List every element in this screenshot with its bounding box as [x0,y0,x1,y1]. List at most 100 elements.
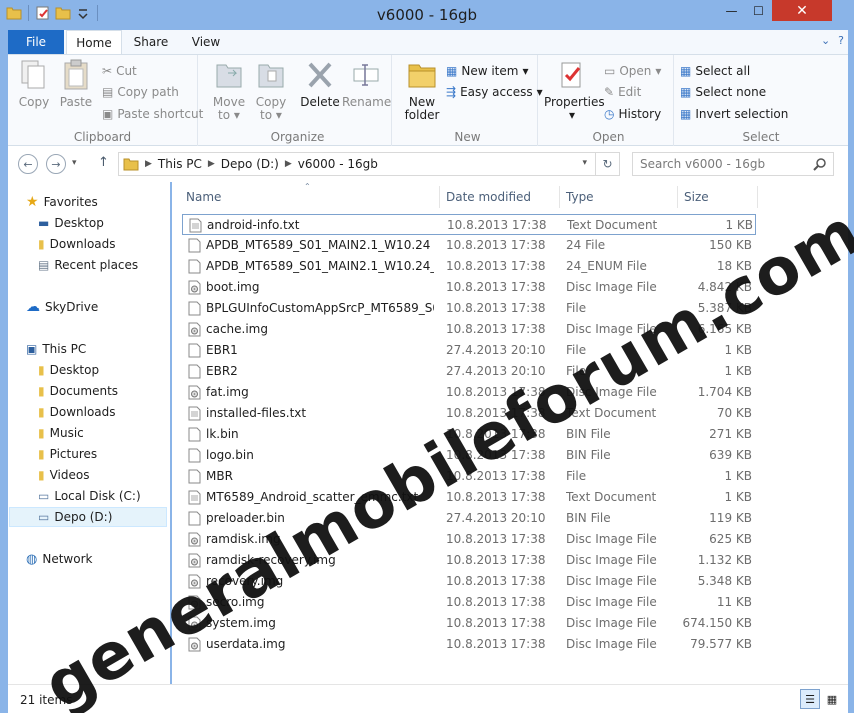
close-button[interactable]: ✕ [772,0,832,21]
nav-this-pc[interactable]: ▣ This PC [26,339,184,359]
ribbon-controls: ⌄ ? [821,34,844,47]
large-icons-view-button[interactable]: ▦ [822,689,842,709]
file-type: 24_ENUM File [566,259,647,273]
history-button[interactable]: ◷ History [604,104,661,124]
file-row[interactable]: cache.img 10.8.2013 17:38 Disc Image File 6… [182,319,756,340]
file-row[interactable]: BPLGUInfoCustomAppSrcP_MT6589_S00... 10.8… [182,298,756,319]
file-name: recovery.img [206,574,284,588]
group-label: Select [742,130,780,144]
file-date: 10.8.2013 17:38 [446,595,546,609]
file-row[interactable]: MT6589_Android_scatter_emmc.txt 10.8.2013… [182,487,756,508]
file-row[interactable]: EBR2 27.4.2013 20:10 File 1 KB [182,361,756,382]
nav-pc-depo-d[interactable]: ▭ Depo (D:) [9,507,167,527]
file-date: 10.8.2013 17:38 [446,490,546,504]
file-row[interactable]: secro.img 10.8.2013 17:38 Disc Image File 1… [182,592,756,613]
address-bar[interactable]: ▶ This PC ▶ Depo (D:) ▶ v6000 - 16gb ▾ ↻ [118,152,620,176]
file-date: 10.8.2013 17:38 [446,301,546,315]
move-to-button[interactable]: Move to ▾ [208,59,250,122]
file-row[interactable]: APDB_MT6589_S01_MAIN2.1_W10.24 10.8.2013 … [182,235,756,256]
invert-selection-button[interactable]: ▦ Invert selection [680,104,788,124]
select-none-button[interactable]: ▦ Select none [680,82,766,102]
help-icon[interactable]: ? [838,34,844,47]
text-document-icon [189,218,202,233]
disc-image-icon [188,616,201,631]
file-size: 18 KB [716,259,752,273]
file-row[interactable]: MBR 10.8.2013 17:38 File 1 KB [182,466,756,487]
nav-skydrive[interactable]: ☁ SkyDrive [26,297,184,317]
file-row[interactable]: fat.img 10.8.2013 17:38 Disc Image File 1.7… [182,382,756,403]
file-row[interactable]: lk.bin 10.8.2013 17:38 BIN File 271 KB [182,424,756,445]
file-row[interactable]: preloader.bin 27.4.2013 20:10 BIN File 119 … [182,508,756,529]
tab-share[interactable]: Share [126,30,176,54]
forward-button[interactable]: → [46,154,66,174]
select-all-button[interactable]: ▦ Select all [680,61,750,81]
file-name: installed-files.txt [206,406,307,420]
copy-to-icon [258,64,284,88]
copy-to-button[interactable]: Copy to ▾ [250,59,292,122]
tab-file[interactable]: File [8,30,64,54]
file-icon [188,427,201,442]
file-row[interactable]: boot.img 10.8.2013 17:38 Disc Image File 4.… [182,277,756,298]
copy-icon [21,60,45,89]
copy-path-button[interactable]: ▤ Copy path [102,82,179,102]
address-row: ← → ▾ ↑ ▶ This PC ▶ Depo (D:) ▶ v6000 - … [8,146,848,182]
network-icon: ◍ [26,551,38,567]
minimize-button[interactable]: — [718,0,745,21]
file-size: 1 KB [724,364,752,378]
expand-ribbon-icon[interactable]: ⌄ [821,34,830,47]
tab-home[interactable]: Home [66,30,122,54]
details-view-button[interactable]: ☰ [800,689,820,709]
maximize-button[interactable]: ☐ [745,0,772,21]
paste-shortcut-button[interactable]: ▣ Paste shortcut [102,104,203,124]
refresh-button[interactable]: ↻ [595,153,619,175]
tab-view[interactable]: View [182,30,230,54]
select-all-icon: ▦ [680,64,692,78]
column-header-name[interactable]: Name [180,186,440,208]
file-row[interactable]: logo.bin 10.8.2013 17:38 BIN File 639 KB [182,445,756,466]
folder-icon [123,158,139,171]
file-row[interactable]: EBR1 27.4.2013 20:10 File 1 KB [182,340,756,361]
recent-locations-icon[interactable]: ▾ [72,158,77,168]
easy-access-button[interactable]: ⇶ Easy access ▾ [446,82,543,102]
chevron-right-icon[interactable]: ▶ [285,159,292,169]
breadcrumb-depo[interactable]: Depo (D:) [221,157,279,171]
breadcrumb-this-pc[interactable]: This PC [158,157,202,171]
file-row[interactable]: userdata.img 10.8.2013 17:38 Disc Image Fi… [182,634,756,655]
file-row[interactable]: ramdisk-recovery.img 10.8.2013 17:38 Disc … [182,550,756,571]
column-header-type[interactable]: Type [560,186,678,208]
chevron-down-icon[interactable]: ▾ [582,158,587,168]
properties-button[interactable]: Properties ▾ [544,59,605,122]
nav-network[interactable]: ◍ Network [26,549,184,569]
column-header-size[interactable]: Size [678,186,758,208]
search-placeholder: Search v6000 - 16gb [640,157,766,171]
file-name: MBR [206,469,233,483]
edit-button[interactable]: ✎ Edit [604,82,641,102]
copy-button[interactable]: Copy [14,59,54,109]
search-icon [813,158,826,171]
search-input[interactable]: Search v6000 - 16gb [632,152,834,176]
file-row[interactable]: APDB_MT6589_S01_MAIN2.1_W10.24_EN... 10.8… [182,256,756,277]
file-row[interactable]: recovery.img 10.8.2013 17:38 Disc Image Fi… [182,571,756,592]
file-date: 27.4.2013 20:10 [446,511,546,525]
file-row[interactable]: installed-files.txt 10.8.2013 17:38 Text D… [182,403,756,424]
file-row[interactable]: ramdisk.img 10.8.2013 17:38 Disc Image Fil… [182,529,756,550]
file-row[interactable]: system.img 10.8.2013 17:38 Disc Image File… [182,613,756,634]
column-header-date[interactable]: Date modified [440,186,560,208]
up-button[interactable]: ↑ [98,155,109,170]
back-button[interactable]: ← [18,154,38,174]
file-type: File [566,343,587,357]
new-folder-button[interactable]: New folder [402,59,442,122]
nav-favorites[interactable]: ★ Favorites [26,192,184,212]
paste-button[interactable]: Paste [56,59,96,109]
delete-button[interactable]: Delete [300,59,340,109]
file-row[interactable]: android-info.txt 10.8.2013 17:38 Text Docu… [182,214,756,235]
breadcrumb-current[interactable]: v6000 - 16gb [298,157,378,171]
copy-path-icon: ▤ [102,85,114,99]
file-name: EBR2 [206,364,238,378]
cut-button[interactable]: ✂ Cut [102,61,137,81]
open-button[interactable]: ▭ Open ▾ [604,61,661,81]
rename-button[interactable]: Rename [342,59,391,109]
new-item-button[interactable]: ▦ New item ▾ [446,61,528,81]
chevron-right-icon[interactable]: ▶ [208,159,215,169]
text-document-icon [188,406,201,421]
